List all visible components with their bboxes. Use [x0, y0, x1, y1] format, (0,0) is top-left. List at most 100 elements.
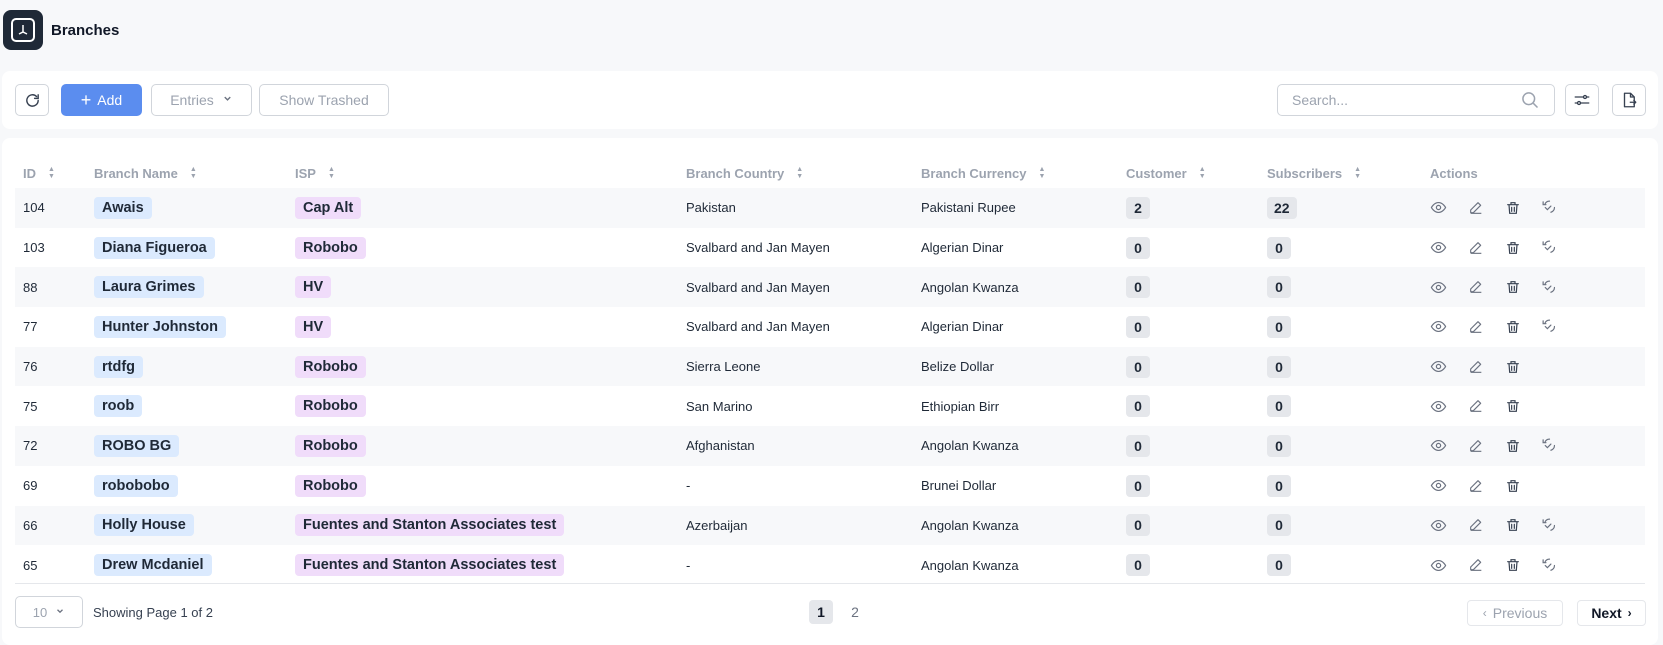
next-button[interactable]: Next › — [1577, 600, 1646, 626]
restore-icon[interactable] — [1541, 279, 1558, 296]
isp-chip[interactable]: Robobo — [295, 236, 366, 259]
page-1-button[interactable]: 1 — [809, 600, 833, 624]
delete-icon[interactable] — [1504, 557, 1521, 574]
show-trashed-button[interactable]: Show Trashed — [259, 84, 389, 116]
view-icon[interactable] — [1430, 358, 1447, 375]
branch-name-chip[interactable]: Awais — [94, 196, 152, 219]
header-subscribers[interactable]: Subscribers ▲ ▼ — [1267, 158, 1361, 188]
delete-icon[interactable] — [1504, 318, 1521, 335]
delete-icon[interactable] — [1504, 199, 1521, 216]
table-row[interactable]: 76 rtdfg Robobo Sierra Leone Belize Dollar 0 0 — [15, 346, 1645, 387]
delete-icon[interactable] — [1504, 279, 1521, 296]
export-button[interactable] — [1612, 84, 1646, 116]
edit-icon[interactable] — [1467, 279, 1484, 296]
view-icon[interactable] — [1430, 437, 1447, 454]
cell-actions — [1430, 466, 1521, 506]
branch-name-chip[interactable]: roob — [94, 395, 143, 418]
table-row[interactable]: 88 Laura Grimes HV Svalbard and Jan Mayen An… — [15, 267, 1645, 308]
table-row[interactable]: 69 robobobo Robobo - Brunei Dollar 0 0 — [15, 466, 1645, 506]
header-id[interactable]: ID ▲ ▼ — [23, 158, 55, 188]
isp-chip[interactable]: Fuentes and Stanton Associates test — [295, 514, 565, 537]
refresh-icon — [25, 93, 39, 107]
view-icon[interactable] — [1430, 398, 1447, 415]
table-row[interactable]: 77 Hunter Johnston HV Svalbard and Jan Maye… — [15, 307, 1645, 347]
customer-count: 0 — [1126, 395, 1150, 418]
delete-icon[interactable] — [1504, 437, 1521, 454]
restore-icon[interactable] — [1541, 318, 1558, 335]
restore-icon[interactable] — [1541, 557, 1558, 574]
restore-icon[interactable] — [1541, 437, 1558, 454]
header-branch-currency[interactable]: Branch Currency ▲ ▼ — [921, 158, 1045, 188]
plus-icon: + — [80, 90, 92, 110]
branch-name-chip[interactable]: Hunter Johnston — [94, 315, 226, 338]
cell-actions — [1430, 228, 1558, 268]
delete-icon[interactable] — [1504, 517, 1521, 534]
page-2-button[interactable]: 2 — [843, 600, 867, 624]
add-button[interactable]: + Add — [61, 84, 142, 116]
header-customer[interactable]: Customer ▲ ▼ — [1126, 158, 1206, 188]
view-icon[interactable] — [1430, 318, 1447, 335]
branch-name-chip[interactable]: Holly House — [94, 514, 194, 537]
cell-currency: Angolan Kwanza — [921, 545, 1019, 585]
restore-icon[interactable] — [1541, 199, 1558, 216]
table-row[interactable]: 75 roob Robobo San Marino Ethiopian Birr 0 0 — [15, 386, 1645, 426]
table-row[interactable]: 65 Drew Mcdaniel Fuentes and Stanton Assoc… — [15, 545, 1645, 585]
header-label: Branch Currency — [921, 165, 1027, 181]
view-icon[interactable] — [1430, 517, 1447, 534]
entries-dropdown[interactable]: Entries — [151, 84, 252, 116]
delete-icon[interactable] — [1504, 477, 1521, 494]
isp-chip[interactable]: Robobo — [295, 434, 366, 457]
edit-icon[interactable] — [1467, 358, 1484, 375]
delete-icon[interactable] — [1504, 398, 1521, 415]
view-icon[interactable] — [1430, 279, 1447, 296]
edit-icon[interactable] — [1467, 557, 1484, 574]
restore-icon[interactable] — [1541, 239, 1558, 256]
table-row[interactable]: 103 Diana Figueroa Robobo Svalbard and Jan … — [15, 228, 1645, 268]
filter-settings-button[interactable] — [1565, 84, 1599, 116]
edit-icon[interactable] — [1467, 437, 1484, 454]
app-logo-icon[interactable] — [3, 10, 43, 50]
isp-chip[interactable]: Cap Alt — [295, 196, 362, 219]
branch-name-chip[interactable]: ROBO BG — [94, 434, 180, 457]
branch-name-chip[interactable]: rtdfg — [94, 355, 144, 378]
delete-icon[interactable] — [1504, 239, 1521, 256]
table-footer: 10 Showing Page 1 of 2 1 2 ‹ Previous Ne… — [2, 596, 1658, 630]
delete-icon[interactable] — [1504, 358, 1521, 375]
header-isp[interactable]: ISP ▲ ▼ — [295, 158, 335, 188]
branch-name-chip[interactable]: Laura Grimes — [94, 276, 204, 299]
header-branch-name[interactable]: Branch Name ▲ ▼ — [94, 158, 197, 188]
edit-icon[interactable] — [1467, 398, 1484, 415]
header-branch-country[interactable]: Branch Country ▲ ▼ — [686, 158, 803, 188]
table-row[interactable]: 66 Holly House Fuentes and Stanton Associa… — [15, 505, 1645, 546]
table-row[interactable]: 104 Awais Cap Alt Pakistan Pakistani Rupee 2 2… — [15, 188, 1645, 228]
search-icon[interactable] — [1520, 90, 1540, 110]
edit-icon[interactable] — [1467, 477, 1484, 494]
view-icon[interactable] — [1430, 199, 1447, 216]
cell-isp: Robobo — [295, 466, 366, 506]
isp-chip[interactable]: Robobo — [295, 395, 366, 418]
branch-name-chip[interactable]: Drew Mcdaniel — [94, 554, 212, 577]
view-icon[interactable] — [1430, 239, 1447, 256]
refresh-button[interactable] — [15, 84, 49, 116]
search-input[interactable] — [1292, 92, 1520, 108]
view-icon[interactable] — [1430, 477, 1447, 494]
isp-chip[interactable]: HV — [295, 276, 332, 299]
edit-icon[interactable] — [1467, 517, 1484, 534]
isp-chip[interactable]: Fuentes and Stanton Associates test — [295, 554, 565, 577]
edit-icon[interactable] — [1467, 239, 1484, 256]
edit-icon[interactable] — [1467, 318, 1484, 335]
isp-chip[interactable]: Robobo — [295, 355, 366, 378]
branch-name-chip[interactable]: Diana Figueroa — [94, 236, 215, 259]
branch-name-chip[interactable]: robobobo — [94, 474, 178, 497]
table-row[interactable]: 72 ROBO BG Robobo Afghanistan Angolan Kwanza… — [15, 426, 1645, 466]
previous-button[interactable]: ‹ Previous — [1467, 600, 1563, 626]
restore-icon[interactable] — [1541, 517, 1558, 534]
isp-chip[interactable]: HV — [295, 315, 332, 338]
view-icon[interactable] — [1430, 557, 1447, 574]
isp-chip[interactable]: Robobo — [295, 474, 366, 497]
page-size-select[interactable]: 10 — [15, 596, 83, 628]
branch-id: 75 — [23, 398, 38, 414]
page-size-value: 10 — [32, 604, 48, 620]
branch-currency: Algerian Dinar — [921, 240, 1004, 256]
edit-icon[interactable] — [1467, 199, 1484, 216]
